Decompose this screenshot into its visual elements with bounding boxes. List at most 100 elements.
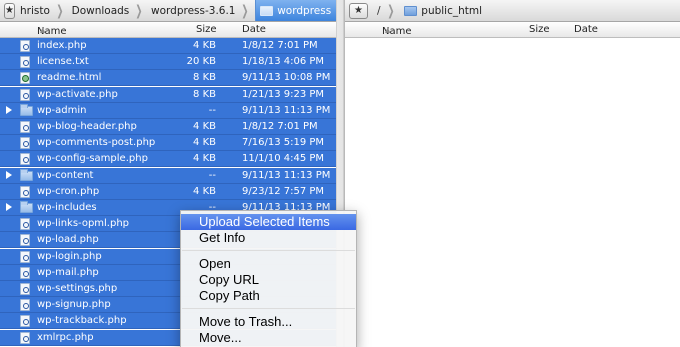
breadcrumb-separator-icon: ❯: [241, 2, 249, 19]
php-file-icon: [20, 315, 30, 327]
breadcrumb-separator-icon: ❯: [386, 2, 394, 19]
php-file-icon: [20, 137, 30, 149]
php-file-icon: [20, 332, 30, 344]
disclosure-triangle-icon[interactable]: [6, 106, 12, 114]
php-file-icon: [20, 234, 30, 246]
breadcrumb: hristo ❯ Downloads ❯ wordpress-3.6.1 ❯ wordpre…: [18, 0, 336, 22]
menu-separator: [182, 250, 355, 251]
column-size-header[interactable]: Size: [529, 24, 550, 35]
disclosure-triangle-icon[interactable]: [6, 171, 12, 179]
left-path-bar: ★ hristo ❯ Downloads ❯ wordpress-3.6.1 ❯ wordp…: [0, 0, 336, 22]
breadcrumb-separator-icon: ❯: [56, 2, 64, 19]
menu-item-upload-selected-items[interactable]: Upload Selected Items: [181, 214, 356, 230]
php-file-icon: [20, 251, 30, 263]
file-name: wp-trackback.php: [37, 315, 127, 326]
disclosure-triangle-icon[interactable]: [6, 203, 12, 211]
folder-icon: [20, 201, 33, 213]
file-name: license.txt: [37, 56, 89, 67]
breadcrumb-separator-icon: ❯: [135, 2, 143, 19]
context-menu: Upload Selected Items Get Info Open Copy UR…: [180, 210, 357, 347]
php-file-icon: [20, 218, 30, 230]
column-size-header[interactable]: Size: [196, 24, 217, 35]
file-name: wp-login.php: [37, 251, 102, 262]
file-date: 1/8/12 7:01 PM: [242, 121, 318, 132]
php-file-icon: [20, 299, 30, 311]
file-size: --: [208, 105, 216, 116]
php-file-icon: [20, 121, 30, 133]
file-date: 9/11/13 11:13 PM: [242, 170, 331, 181]
menu-item-move-to-trash[interactable]: Move to Trash...: [181, 314, 356, 330]
file-row[interactable]: index.php 4 KB 1/8/12 7:01 PM: [0, 38, 336, 54]
file-row[interactable]: wp-config-sample.php 4 KB 11/1/10 4:45 PM: [0, 151, 336, 167]
right-path-bar: ★ / ❯ public_html: [345, 0, 680, 22]
file-row[interactable]: wp-cron.php 4 KB 9/23/12 7:57 PM: [0, 184, 336, 200]
php-file-icon: [20, 186, 30, 198]
file-date: 7/16/13 5:19 PM: [242, 137, 325, 148]
file-name: wp-links-opml.php: [37, 218, 130, 229]
file-row[interactable]: wp-activate.php 8 KB 1/21/13 9:23 PM: [0, 87, 336, 103]
php-file-icon: [20, 267, 30, 279]
column-date-header[interactable]: Date: [242, 24, 266, 35]
folder-icon: [20, 169, 33, 181]
file-size: 8 KB: [193, 72, 216, 83]
file-name: wp-load.php: [37, 234, 99, 245]
file-name: wp-cron.php: [37, 186, 100, 197]
breadcrumb: public_html: [402, 0, 486, 22]
file-size: 8 KB: [193, 89, 216, 100]
column-date-header[interactable]: Date: [574, 24, 598, 35]
file-name: wp-comments-post.php: [37, 137, 156, 148]
php-file-icon: [20, 283, 30, 295]
breadcrumb-item[interactable]: hristo ❯: [18, 0, 70, 22]
breadcrumb-item[interactable]: wordpress▼: [255, 0, 336, 21]
menu-item-copy-url[interactable]: Copy URL: [181, 272, 356, 288]
file-name: wp-config-sample.php: [37, 153, 148, 164]
left-column-header: Name ▲ Size Date: [0, 22, 336, 38]
file-name: wp-mail.php: [37, 267, 99, 278]
file-size: 4 KB: [193, 121, 216, 132]
sort-ascending-icon: ▲: [40, 26, 46, 34]
file-date: 1/21/13 9:23 PM: [242, 89, 325, 100]
text-file-icon: [20, 56, 30, 68]
file-name: wp-settings.php: [37, 283, 118, 294]
root-crumb-label: /: [377, 4, 381, 17]
file-name: readme.html: [37, 72, 102, 83]
html-file-icon: [20, 72, 30, 84]
right-file-pane: ★ / ❯ public_html Name ▲ Size Date: [345, 0, 680, 347]
file-name: wp-content: [37, 170, 94, 181]
menu-item-copy-path[interactable]: Copy Path: [181, 288, 356, 304]
file-row[interactable]: wp-admin -- 9/11/13 11:13 PM: [0, 103, 336, 119]
file-size: 4 KB: [193, 186, 216, 197]
file-name: wp-activate.php: [37, 89, 118, 100]
menu-item-get-info[interactable]: Get Info: [181, 230, 356, 246]
file-name: wp-blog-header.php: [37, 121, 137, 132]
file-size: --: [208, 170, 216, 181]
root-crumb[interactable]: / ❯: [371, 0, 402, 22]
menu-separator: [182, 308, 355, 309]
favorites-button[interactable]: ★: [4, 2, 15, 19]
php-file-icon: [20, 40, 30, 52]
file-name: wp-includes: [37, 202, 97, 213]
file-row[interactable]: license.txt 20 KB 1/18/13 4:06 PM: [0, 54, 336, 70]
breadcrumb-item[interactable]: Downloads ❯: [70, 0, 149, 22]
file-row[interactable]: wp-comments-post.php 4 KB 7/16/13 5:19 PM: [0, 135, 336, 151]
file-date: 9/11/13 10:08 PM: [242, 72, 331, 83]
file-name: xmlrpc.php: [37, 332, 94, 343]
file-date: 9/11/13 11:13 PM: [242, 105, 331, 116]
breadcrumb-item[interactable]: public_html: [402, 0, 486, 22]
file-name: index.php: [37, 40, 87, 51]
file-name: wp-admin: [37, 105, 87, 116]
folder-icon: [260, 5, 274, 16]
menu-item-move[interactable]: Move...: [181, 330, 356, 346]
favorites-button[interactable]: ★: [349, 2, 368, 19]
file-size: 4 KB: [193, 153, 216, 164]
file-row[interactable]: wp-content -- 9/11/13 11:13 PM: [0, 168, 336, 184]
sort-ascending-icon: ▲: [385, 26, 391, 34]
menu-item-open[interactable]: Open: [181, 256, 356, 272]
breadcrumb-label: wordpress: [277, 4, 332, 17]
breadcrumb-label: Downloads: [71, 4, 130, 17]
file-row[interactable]: readme.html 8 KB 9/11/13 10:08 PM: [0, 70, 336, 86]
breadcrumb-item[interactable]: wordpress-3.6.1 ❯: [149, 0, 255, 22]
right-column-header: Name ▲ Size Date: [345, 22, 680, 38]
file-row[interactable]: wp-blog-header.php 4 KB 1/8/12 7:01 PM: [0, 119, 336, 135]
file-size: 4 KB: [193, 137, 216, 148]
